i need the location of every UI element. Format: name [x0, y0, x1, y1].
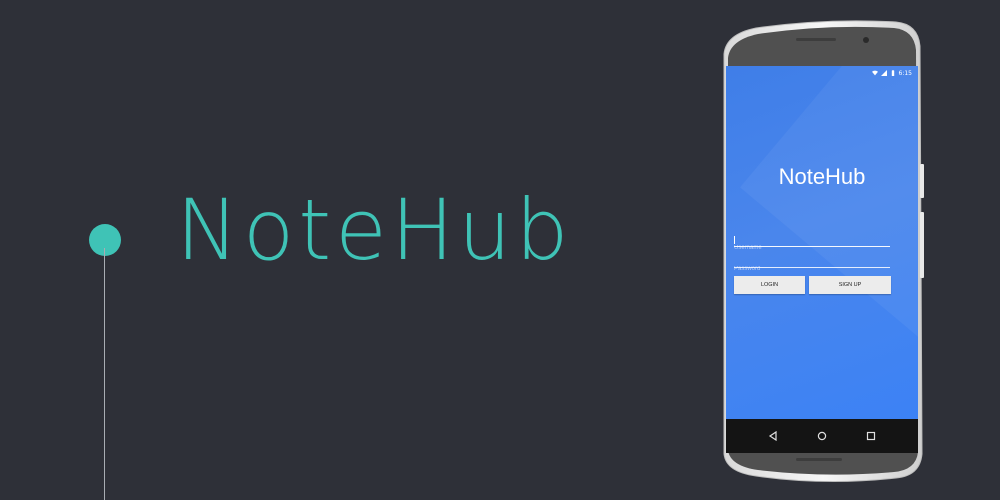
power-button [920, 212, 924, 278]
username-field[interactable] [734, 234, 890, 254]
login-button[interactable]: LOGIN [734, 276, 805, 294]
signal-icon [880, 70, 887, 76]
status-time: 6:15 [898, 69, 912, 77]
password-field[interactable] [734, 255, 890, 275]
bullet-line [104, 248, 105, 500]
phone-mockup: NoteHub LOGIN SIGN UP 6:15 [716, 14, 924, 486]
wifi-icon [871, 70, 878, 76]
status-bar: 6:15 [726, 66, 918, 80]
app-title: NoteHub [778, 164, 866, 189]
back-icon[interactable] [768, 431, 778, 441]
home-icon[interactable] [817, 431, 827, 441]
phone-screen: NoteHub LOGIN SIGN UP [726, 66, 918, 419]
recents-icon[interactable] [866, 431, 876, 441]
text-cursor [734, 236, 735, 244]
brand-title: NoteHub [176, 181, 573, 279]
bullet-dot [89, 224, 121, 256]
username-input[interactable] [734, 242, 890, 254]
volume-button [920, 164, 924, 198]
nav-bar [726, 419, 918, 453]
password-input[interactable] [734, 263, 890, 275]
battery-icon [891, 70, 894, 76]
signup-button[interactable]: SIGN UP [809, 276, 891, 294]
